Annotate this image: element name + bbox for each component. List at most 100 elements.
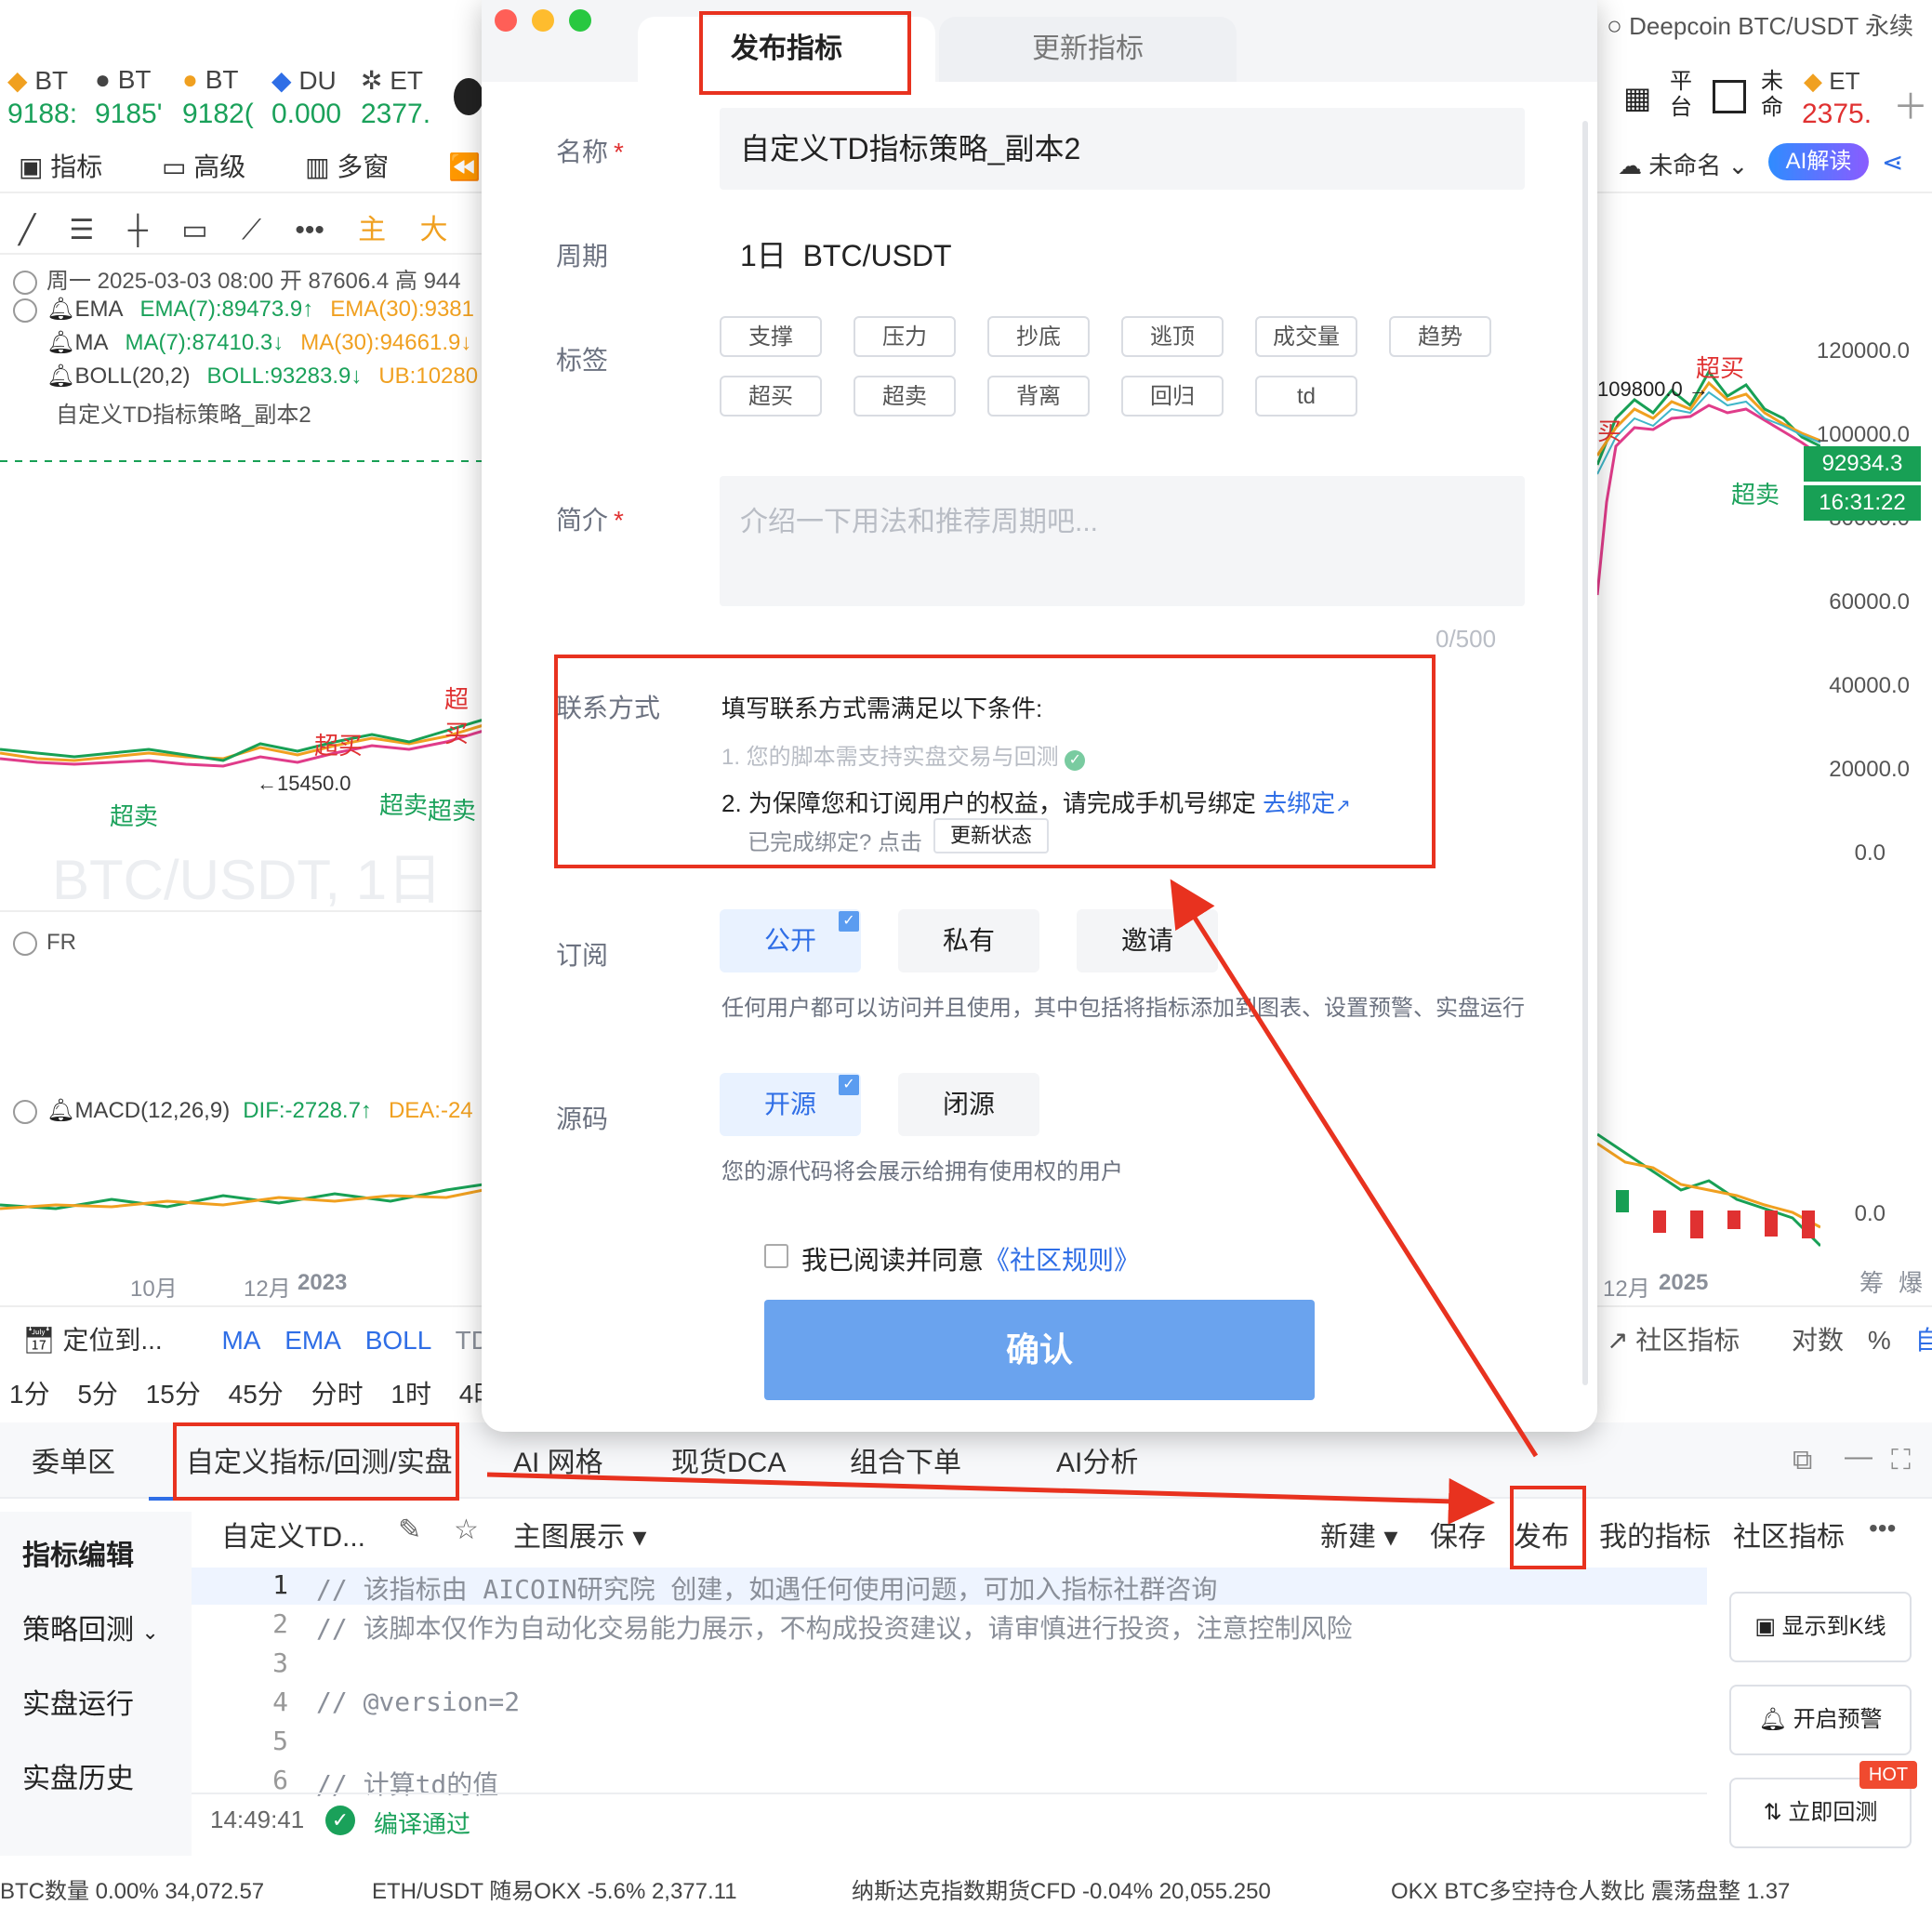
- parallel-tool-icon[interactable]: ☰: [69, 215, 94, 245]
- code-line[interactable]: // 该指标由 AICOIN研究院 创建，如遇任何使用问题，可加入指标社群咨询: [316, 1569, 1217, 1607]
- nav-live-run[interactable]: 实盘运行: [22, 1681, 134, 1722]
- ma-toggle[interactable]: MA: [221, 1326, 260, 1355]
- bell-icon[interactable]: 🔔︎: [46, 1098, 74, 1123]
- ticker-card[interactable]: ◆ DU 0.000: [271, 65, 355, 130]
- nav-backtest[interactable]: 策略回测 ⌄: [22, 1607, 159, 1647]
- locate-button[interactable]: 📅︎ 定位到...: [22, 1326, 189, 1355]
- period-1m[interactable]: 1分: [9, 1380, 50, 1409]
- collapse-icon[interactable]: [13, 931, 37, 956]
- boll-toggle[interactable]: BOLL: [365, 1326, 432, 1355]
- modal-scrollbar[interactable]: [1582, 121, 1588, 1385]
- code-line[interactable]: // 该脚本仅作为自动化交易能力展示，不构成投资建议，请审慎进行投资，注意控制风…: [316, 1608, 1353, 1646]
- ticker-card[interactable]: ✲ ET 2377.: [361, 65, 444, 130]
- tag-bottom-fishing[interactable]: 抄底: [987, 316, 1090, 357]
- large-toggle[interactable]: 大: [420, 215, 448, 245]
- sub-option-private[interactable]: 私有: [898, 909, 1039, 972]
- ticker-card[interactable]: ● BT 9182(: [182, 65, 266, 130]
- bell-icon[interactable]: 🔔︎: [46, 364, 74, 389]
- minimize-icon[interactable]: —: [1845, 1441, 1872, 1473]
- show-on-kline-button[interactable]: ▣ 显示到K线: [1729, 1592, 1912, 1662]
- tag-top-escape[interactable]: 逃顶: [1121, 316, 1224, 357]
- enable-alert-button[interactable]: 🔔︎ 开启预警: [1729, 1685, 1912, 1755]
- period-4h[interactable]: 4时: [459, 1380, 483, 1409]
- period-1h[interactable]: 1时: [390, 1380, 431, 1409]
- layout-icon[interactable]: ▦: [1623, 80, 1651, 115]
- ticker-strip-item[interactable]: OKX BTC多空持仓人数比 震荡盘整 1.37: [1391, 1872, 1790, 1905]
- advanced-button[interactable]: ▭ 高级: [162, 152, 271, 181]
- tag-regression[interactable]: 回归: [1121, 376, 1224, 417]
- save-button[interactable]: 保存: [1430, 1514, 1486, 1554]
- tag-support[interactable]: 支撑: [720, 316, 822, 357]
- close-window-icon[interactable]: [495, 9, 517, 32]
- tag-divergence[interactable]: 背离: [987, 376, 1090, 417]
- tag-overbought[interactable]: 超买: [720, 376, 822, 417]
- ticker-card[interactable]: ◆ BT 9188:: [7, 65, 91, 130]
- ticker-card[interactable]: ◆ ET: [1804, 67, 1859, 96]
- indicator-button[interactable]: ▣ 指标: [19, 152, 128, 181]
- ticker-strip-item[interactable]: ETH/USDT 随易OKX -5.6% 2,377.11: [372, 1872, 737, 1905]
- auto-toggle[interactable]: 自动: [1915, 1326, 1932, 1355]
- log-toggle[interactable]: 对数: [1792, 1326, 1844, 1355]
- code-line[interactable]: // @version=2: [316, 1687, 520, 1717]
- add-icon[interactable]: ＋: [1893, 78, 1928, 129]
- tab-ai-analysis[interactable]: AI分析: [1056, 1439, 1138, 1480]
- bell-icon[interactable]: 🔔︎: [46, 330, 74, 355]
- search-bar[interactable]: ○ Deepcoin BTC/USDT 永续: [1607, 7, 1932, 45]
- chips-toggle[interactable]: 筹: [1859, 1264, 1884, 1299]
- period-45m[interactable]: 45分: [229, 1380, 284, 1409]
- sub-option-invite[interactable]: 邀请: [1077, 909, 1218, 972]
- td-toggle[interactable]: TD: [456, 1326, 483, 1355]
- collapse-icon[interactable]: [13, 298, 37, 323]
- hline-tool-icon[interactable]: ┼: [128, 215, 148, 245]
- line-tool-icon[interactable]: ╱: [19, 215, 35, 245]
- platform-label[interactable]: 平台: [1670, 69, 1692, 121]
- minimize-window-icon[interactable]: [532, 9, 554, 32]
- intro-textarea[interactable]: 介绍一下用法和推荐周期吧...: [720, 476, 1525, 606]
- ai-interpret-button[interactable]: AI解读: [1768, 143, 1869, 180]
- window-icon[interactable]: [1713, 80, 1746, 113]
- src-option-closed[interactable]: 闭源: [898, 1073, 1039, 1136]
- my-indicators-button[interactable]: 我的指标: [1599, 1514, 1711, 1554]
- tag-trend[interactable]: 趋势: [1389, 316, 1491, 357]
- edit-icon[interactable]: ✎: [398, 1514, 421, 1546]
- rect-tool-icon[interactable]: ▭: [181, 215, 207, 245]
- replay-button[interactable]: ⏪ 复盘: [448, 152, 483, 181]
- period-time[interactable]: 分时: [311, 1380, 364, 1409]
- community-rules-link[interactable]: 《社区规则》: [984, 1246, 1140, 1275]
- tab-orders[interactable]: 委单区: [32, 1439, 115, 1480]
- multiwindow-button[interactable]: ▥ 多窗: [305, 152, 415, 181]
- ticker-strip-item[interactable]: 纳斯达克指数期货CFD -0.04% 20,055.250: [852, 1872, 1271, 1905]
- ticker-card[interactable]: ● BT 9185': [95, 65, 179, 130]
- agree-checkbox[interactable]: [764, 1244, 788, 1268]
- more-icon[interactable]: •••: [1869, 1514, 1896, 1543]
- nav-live-history[interactable]: 实盘历史: [22, 1755, 134, 1796]
- name-input[interactable]: 自定义TD指标策略_副本2: [720, 108, 1525, 190]
- code-line[interactable]: // 计算td的值: [316, 1765, 498, 1802]
- ema-toggle[interactable]: EMA: [285, 1326, 341, 1355]
- display-dropdown[interactable]: 主图展示 ▾: [513, 1514, 646, 1554]
- maximize-icon[interactable]: ⛶: [1891, 1445, 1911, 1476]
- community-indicators-button[interactable]: 社区指标: [1733, 1514, 1845, 1554]
- tab-ai-grid[interactable]: AI 网格: [513, 1439, 603, 1480]
- ticker-strip-item[interactable]: BTC数量 0.00% 34,072.57: [0, 1872, 264, 1905]
- tab-update[interactable]: 更新指标: [939, 17, 1237, 82]
- popout-icon[interactable]: ⧉: [1793, 1445, 1812, 1476]
- tag-volume[interactable]: 成交量: [1255, 316, 1357, 357]
- percent-toggle[interactable]: %: [1868, 1326, 1891, 1355]
- script-name[interactable]: 自定义TD...: [221, 1514, 365, 1554]
- unnamed-short-label[interactable]: 未命: [1761, 69, 1783, 121]
- src-option-open[interactable]: 开源 ✓: [720, 1073, 861, 1136]
- period-5m[interactable]: 5分: [77, 1380, 118, 1409]
- main-chart-toggle[interactable]: 主: [358, 215, 386, 245]
- liquidation-toggle[interactable]: 爆: [1899, 1264, 1923, 1299]
- cloud-save-button[interactable]: ☁ 未命名 ⌄: [1618, 147, 1748, 181]
- zoom-window-icon[interactable]: [569, 9, 591, 32]
- confirm-button[interactable]: 确认: [764, 1300, 1315, 1400]
- bell-icon[interactable]: 🔔︎: [46, 297, 74, 322]
- more-tools-icon[interactable]: •••: [295, 215, 324, 245]
- collapse-icon[interactable]: [13, 1099, 37, 1124]
- tag-td[interactable]: td: [1255, 376, 1357, 417]
- collapse-icon[interactable]: [13, 270, 37, 295]
- sub-option-public[interactable]: 公开 ✓: [720, 909, 861, 972]
- tab-spot-dca[interactable]: 现货DCA: [671, 1439, 786, 1480]
